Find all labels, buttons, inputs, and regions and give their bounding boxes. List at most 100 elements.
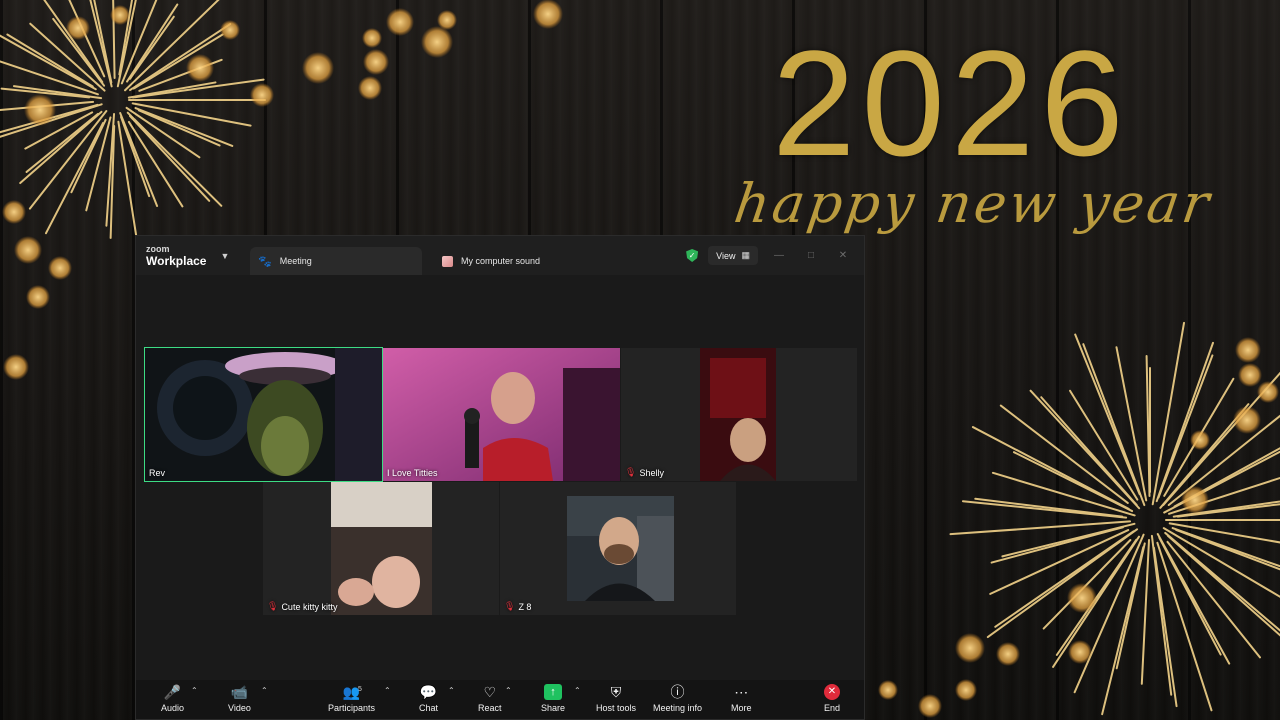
view-button[interactable]: View ▦ — [708, 246, 758, 265]
participant-name: Rev — [149, 468, 166, 478]
sound-icon — [442, 255, 453, 267]
bokeh-light — [110, 5, 130, 25]
firework-ray — [971, 426, 1130, 510]
bokeh-light — [1190, 430, 1210, 450]
participant-name: Shelly — [639, 467, 664, 478]
firework-ray — [1150, 534, 1173, 696]
bokeh-light — [386, 8, 414, 36]
audio-button[interactable]: 🎤 Audio — [161, 684, 184, 713]
bokeh-light — [2, 200, 26, 224]
participant-video — [145, 348, 382, 481]
shield-check-icon[interactable]: ✓ — [686, 249, 699, 262]
chevron-down-icon[interactable]: ▼ — [220, 251, 229, 261]
close-icon[interactable]: ✕ — [832, 250, 854, 261]
host-tools-button[interactable]: ⛨ Host tools — [596, 684, 636, 713]
mic-muted-icon: 🎙 — [625, 467, 637, 477]
participants-options-caret-icon[interactable]: ⌃ — [384, 686, 391, 695]
firework-ray — [1115, 346, 1148, 502]
more-label: More — [731, 703, 752, 713]
bokeh-light — [1238, 363, 1262, 387]
bokeh-light — [186, 54, 214, 82]
bokeh-light — [1257, 381, 1279, 403]
brand-menu[interactable]: zoom Workplace ▼ — [136, 236, 250, 275]
bokeh-light — [955, 679, 977, 701]
participant-video — [700, 348, 776, 481]
chat-label: Chat — [419, 703, 439, 713]
react-options-caret-icon[interactable]: ⌃ — [505, 686, 512, 695]
minimize-icon[interactable]: — — [768, 250, 790, 261]
end-button[interactable]: ✕ End — [824, 684, 840, 713]
react-button[interactable]: ♡ React — [478, 684, 502, 713]
participant-tile[interactable]: 🎙 Shelly — [621, 348, 857, 481]
participant-tile[interactable] — [567, 496, 674, 601]
bokeh-light — [996, 642, 1020, 666]
paw-icon: 🐾 — [258, 255, 272, 268]
participant-name: Cute kitty kitty — [281, 601, 338, 612]
audio-options-caret-icon[interactable]: ⌃ — [191, 686, 198, 695]
meeting-info-label: Meeting info — [653, 703, 703, 713]
participant-tile[interactable]: Rev — [144, 347, 383, 482]
bokeh-light — [26, 285, 50, 309]
bokeh-light — [1235, 337, 1261, 363]
end-call-icon: ✕ — [824, 684, 840, 700]
host-tools-label: Host tools — [596, 703, 637, 713]
firework-ray — [1151, 321, 1186, 506]
end-label: End — [824, 703, 841, 713]
share-button[interactable]: ↑ Share — [541, 684, 565, 713]
more-button[interactable]: ⋯ More — [731, 684, 752, 713]
audio-label: Audio — [161, 703, 185, 713]
bokeh-light — [250, 83, 274, 107]
firework-ray — [974, 497, 1124, 518]
firework-ray — [990, 526, 1124, 564]
meeting-gallery: Rev I Love Titties 🎙 Shelly 🎙 Cute kitty… — [136, 275, 864, 682]
bokeh-light — [1181, 486, 1209, 514]
chat-options-caret-icon[interactable]: ⌃ — [448, 686, 455, 695]
heart-icon: ♡ — [483, 684, 497, 700]
bokeh-light — [220, 20, 240, 40]
bokeh-light — [437, 10, 457, 30]
microphone-icon: 🎤 — [163, 684, 182, 700]
tab-meeting[interactable]: 🐾 Meeting — [250, 247, 422, 275]
participants-label: Participants — [328, 703, 376, 713]
firework-ray — [1164, 531, 1280, 632]
brand-zoom-label: zoom — [146, 243, 170, 254]
video-button[interactable]: 📹 Video — [228, 684, 251, 713]
meeting-info-button[interactable]: ⓘ Meeting info — [653, 684, 702, 713]
firework-ray — [131, 78, 265, 99]
bokeh-light — [24, 94, 56, 126]
bokeh-light — [1068, 640, 1092, 664]
firework-ray — [1101, 546, 1145, 716]
bokeh-light — [362, 28, 382, 48]
maximize-icon[interactable]: □ — [800, 250, 822, 261]
bokeh-light — [1067, 583, 1097, 613]
participants-button[interactable]: 👥 5 Participants — [328, 684, 375, 713]
bokeh-light — [14, 236, 42, 264]
bokeh-light — [878, 680, 898, 700]
bokeh-light — [358, 76, 382, 100]
participant-tile[interactable]: I Love Titties — [383, 348, 620, 481]
chat-button[interactable]: 💬 Chat — [419, 684, 438, 713]
participant-name: Z 8 — [518, 601, 532, 612]
video-options-caret-icon[interactable]: ⌃ — [261, 686, 268, 695]
tab-sound-label: My computer sound — [461, 256, 541, 266]
firework-ray — [137, 109, 221, 147]
firework-ray — [126, 3, 179, 83]
firework-ray — [0, 34, 97, 91]
video-label: Video — [228, 703, 251, 713]
share-options-caret-icon[interactable]: ⌃ — [574, 686, 581, 695]
title-bar: zoom Workplace ▼ 🐾 Meeting My computer s… — [136, 236, 864, 275]
bokeh-light — [421, 26, 453, 58]
mic-muted-icon: 🎙 — [504, 601, 516, 611]
participant-tile[interactable]: 🎙 Cute kitty kitty — [263, 482, 499, 615]
firework-ray — [1140, 538, 1151, 685]
meeting-toolbar: 🎤 Audio ⌃ 📹 Video ⌃ 👥 5 Participants ⌃ 💬… — [136, 680, 864, 719]
bokeh-light — [66, 16, 90, 40]
bokeh-light — [3, 354, 29, 380]
bokeh-light — [302, 52, 334, 84]
more-dots-icon: ⋯ — [734, 684, 749, 700]
firework-ray — [1152, 546, 1178, 708]
tab-computer-sound[interactable]: My computer sound — [422, 247, 622, 275]
firework-ray — [117, 120, 140, 250]
zoom-window: zoom Workplace ▼ 🐾 Meeting My computer s… — [135, 235, 865, 720]
greeting-title: happy new year — [730, 172, 1216, 235]
